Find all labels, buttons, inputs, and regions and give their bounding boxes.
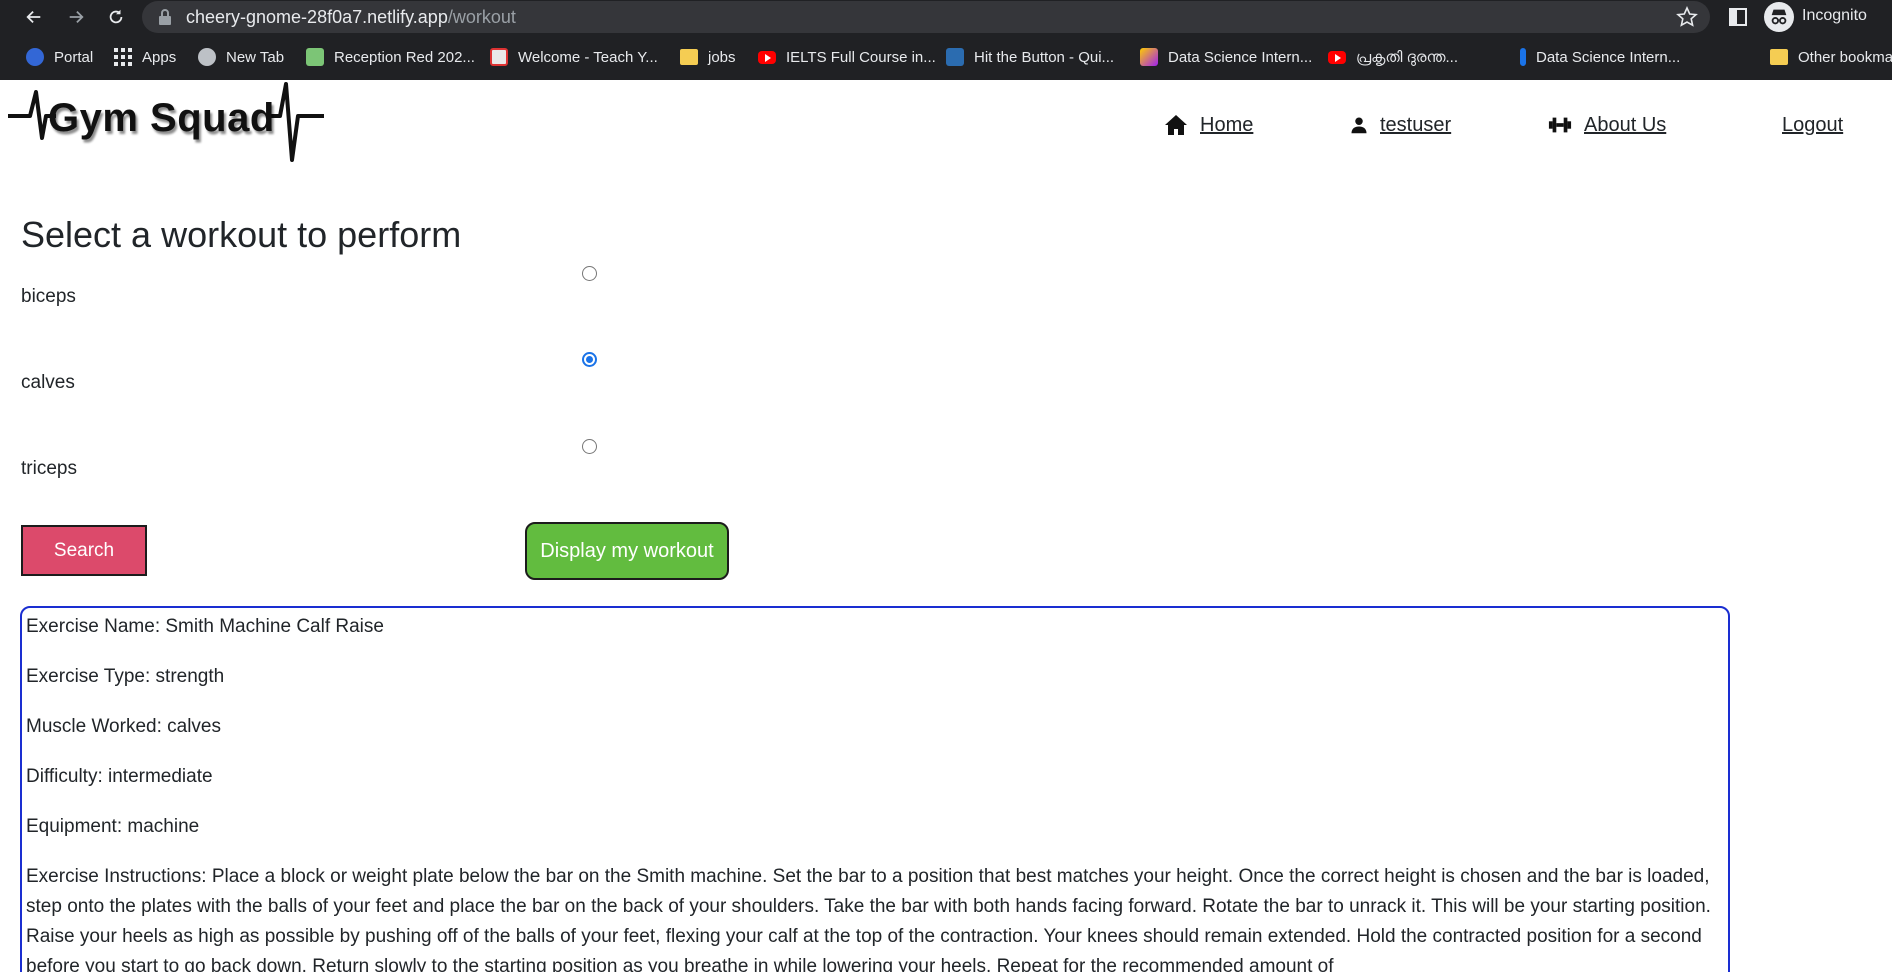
nav-user-link[interactable]: testuser bbox=[1380, 114, 1451, 137]
bookmark-other[interactable]: Other bookma bbox=[1770, 46, 1892, 68]
nav-home[interactable]: Home bbox=[1164, 110, 1253, 140]
bookmark-favicon bbox=[946, 48, 964, 66]
forward-arrow-icon bbox=[69, 10, 84, 24]
folder-icon bbox=[1770, 49, 1788, 65]
bookmark-favicon bbox=[1140, 48, 1158, 66]
radio-biceps[interactable] bbox=[582, 266, 597, 281]
bookmark-ielts[interactable]: IELTS Full Course in... bbox=[758, 46, 936, 68]
bookmark-star-icon[interactable] bbox=[1676, 6, 1698, 28]
bookmark-label: jobs bbox=[708, 48, 736, 66]
page-content: Gym Squad Home testuser About Us Logout … bbox=[8, 80, 1892, 972]
url-path: /workout bbox=[447, 7, 516, 27]
forward-button[interactable] bbox=[62, 4, 90, 30]
incognito-glasses-icon bbox=[1771, 9, 1787, 25]
bookmark-welcome-teach[interactable]: Welcome - Teach Y... bbox=[490, 46, 658, 68]
bookmark-label: New Tab bbox=[226, 48, 285, 66]
bookmark-label: Data Science Intern... bbox=[1168, 48, 1313, 66]
back-button[interactable] bbox=[20, 4, 48, 30]
bookmark-favicon bbox=[490, 48, 508, 66]
bookmark-data-science-1[interactable]: Data Science Intern... bbox=[1140, 46, 1312, 68]
bookmark-apps[interactable]: Apps bbox=[114, 46, 176, 68]
bookmark-label: Apps bbox=[142, 48, 177, 66]
bookmark-data-science-2[interactable]: Data Science Intern... bbox=[1520, 46, 1680, 68]
incognito-icon[interactable] bbox=[1764, 2, 1794, 32]
equipment: Equipment: machine bbox=[26, 816, 200, 837]
radio-calves[interactable] bbox=[582, 352, 597, 367]
option-label-calves: calves bbox=[21, 372, 75, 393]
portal-icon bbox=[26, 48, 44, 66]
logo-text: Gym Squad bbox=[48, 96, 275, 140]
bookmark-label: IELTS Full Course in... bbox=[786, 48, 936, 66]
option-label-triceps: triceps bbox=[21, 458, 77, 479]
page-title: Select a workout to perform bbox=[21, 214, 462, 255]
display-workout-button[interactable]: Display my workout bbox=[525, 522, 729, 580]
back-arrow-icon bbox=[26, 10, 41, 24]
lock-icon bbox=[159, 9, 171, 25]
url-host: cheery-gnome-28f0a7.netlify.app bbox=[186, 7, 448, 27]
bookmark-new-tab[interactable]: New Tab bbox=[198, 46, 284, 68]
bookmark-label: Reception Red 202... bbox=[334, 48, 475, 66]
side-panel-icon[interactable] bbox=[1728, 7, 1748, 27]
nav-logout-link[interactable]: Logout bbox=[1782, 114, 1843, 137]
dumbbell-icon bbox=[1548, 117, 1572, 133]
exercise-type: Exercise Type: strength bbox=[26, 666, 225, 687]
bookmark-malayalam[interactable]: പ്രകൃതി ദുരന്ത... bbox=[1328, 46, 1458, 68]
bookmark-reception-red[interactable]: Reception Red 202... bbox=[306, 46, 475, 68]
address-bar[interactable]: cheery-gnome-28f0a7.netlify.app/workout bbox=[142, 1, 1710, 33]
bookmark-favicon bbox=[1520, 48, 1526, 66]
nav-about[interactable]: About Us bbox=[1548, 110, 1666, 140]
bookmark-label: Hit the Button - Qui... bbox=[974, 48, 1115, 66]
user-icon bbox=[1351, 117, 1367, 134]
bookmark-hit-the-button[interactable]: Hit the Button - Qui... bbox=[946, 46, 1114, 68]
youtube-icon bbox=[758, 50, 776, 64]
search-button[interactable]: Search bbox=[21, 525, 147, 576]
globe-icon bbox=[198, 48, 216, 66]
reload-icon bbox=[109, 9, 123, 24]
bookmark-label: പ്രകൃതി ദുരന്ത... bbox=[1356, 48, 1459, 66]
browser-toolbar: cheery-gnome-28f0a7.netlify.app/workout … bbox=[0, 0, 1892, 34]
nav-about-link[interactable]: About Us bbox=[1584, 114, 1666, 137]
bookmark-favicon bbox=[306, 48, 324, 66]
nav-user[interactable]: testuser bbox=[1350, 110, 1451, 140]
nav-home-link[interactable]: Home bbox=[1200, 114, 1253, 137]
exercise-result-box: Exercise Name: Smith Machine Calf Raise … bbox=[20, 606, 1730, 972]
muscle-worked: Muscle Worked: calves bbox=[26, 716, 221, 737]
bookmark-label: Portal bbox=[54, 48, 94, 66]
url-text: cheery-gnome-28f0a7.netlify.app/workout bbox=[186, 7, 516, 28]
exercise-name: Exercise Name: Smith Machine Calf Raise bbox=[26, 616, 384, 637]
browser-chrome: cheery-gnome-28f0a7.netlify.app/workout … bbox=[0, 0, 1892, 80]
bookmark-label: Other bookma bbox=[1798, 48, 1892, 66]
bookmarks-bar: Portal Apps New Tab Reception Red 202...… bbox=[0, 42, 1892, 72]
radio-triceps[interactable] bbox=[582, 439, 597, 454]
reload-button[interactable] bbox=[102, 4, 130, 30]
folder-icon bbox=[680, 49, 698, 65]
bookmark-label: Data Science Intern... bbox=[1536, 48, 1681, 66]
site-logo[interactable]: Gym Squad bbox=[8, 80, 328, 164]
youtube-icon bbox=[1328, 50, 1346, 64]
home-icon bbox=[1165, 115, 1187, 135]
bookmark-label: Welcome - Teach Y... bbox=[518, 48, 658, 66]
apps-grid-icon bbox=[114, 48, 132, 66]
nav-logout[interactable]: Logout bbox=[1782, 110, 1843, 140]
difficulty: Difficulty: intermediate bbox=[26, 766, 213, 787]
exercise-instructions: Exercise Instructions: Place a block or … bbox=[26, 866, 1711, 972]
profile-label: Incognito bbox=[1802, 7, 1867, 24]
option-label-biceps: biceps bbox=[21, 286, 76, 307]
bookmark-jobs[interactable]: jobs bbox=[680, 46, 736, 68]
bookmark-portal[interactable]: Portal bbox=[26, 46, 93, 68]
